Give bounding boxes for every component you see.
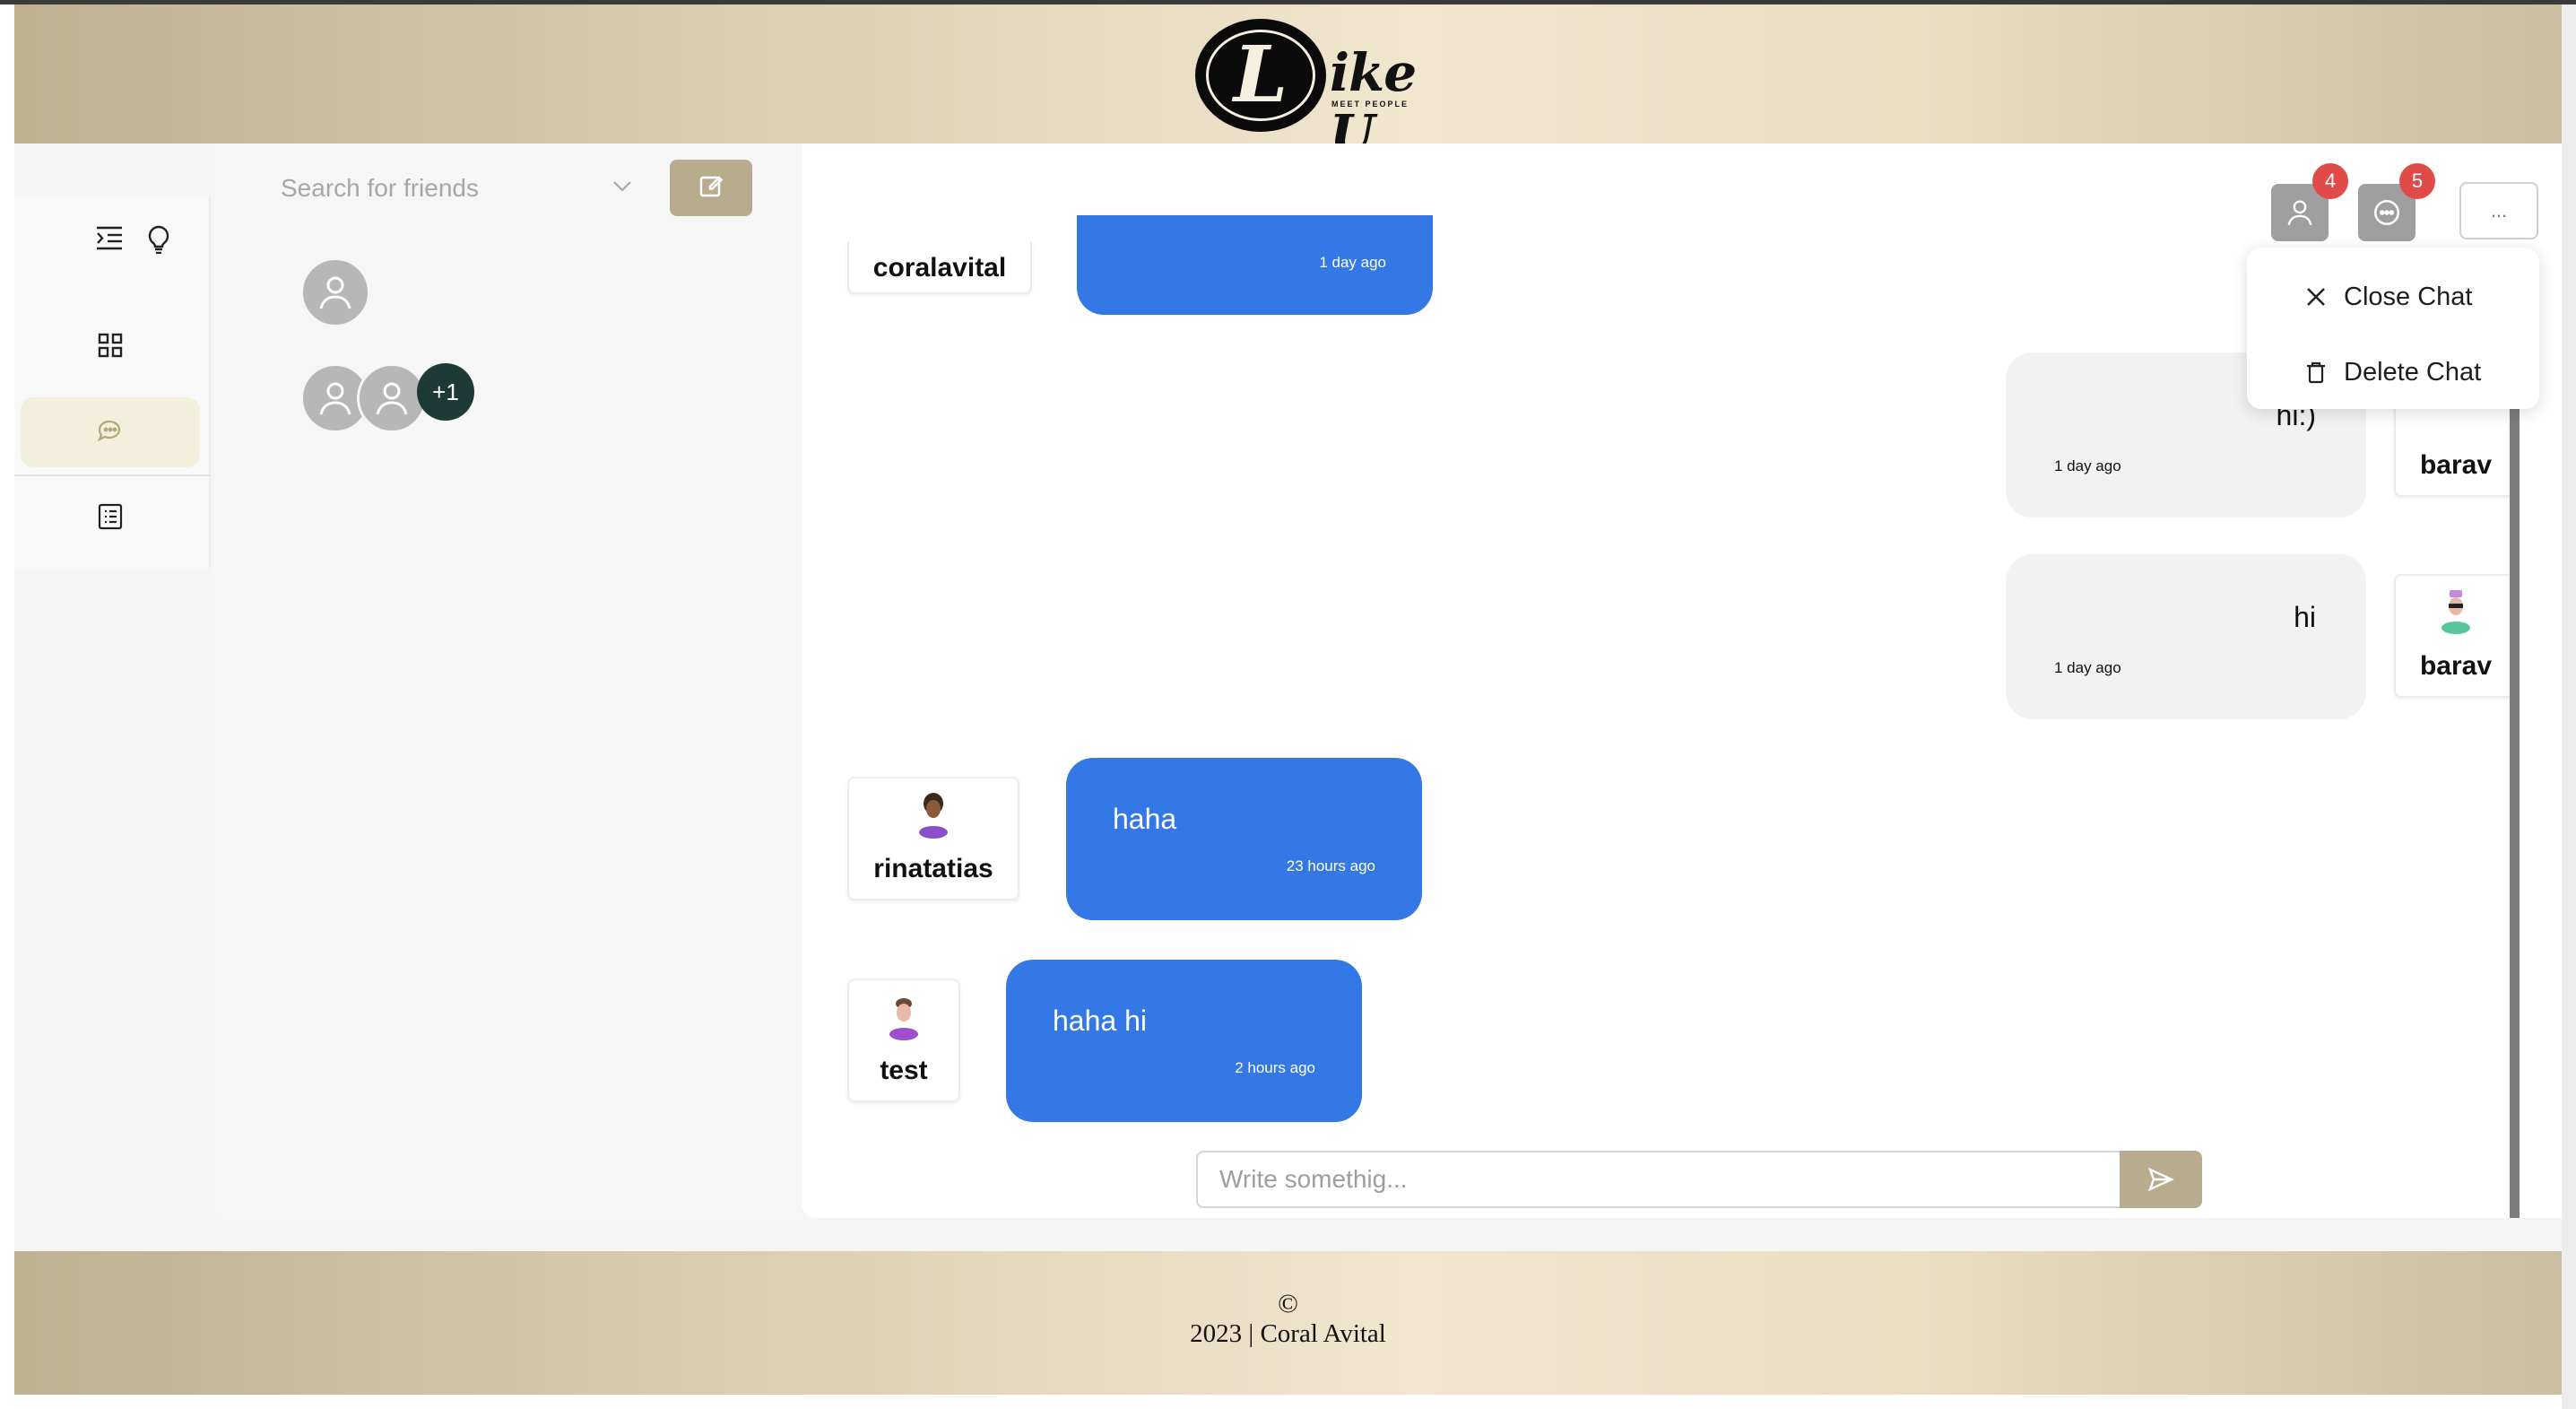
message-user-card[interactable]: barav xyxy=(2394,574,2518,698)
message-bubble: hi 1 day ago xyxy=(2006,554,2366,719)
user-avatar-icon xyxy=(2442,590,2470,634)
lightbulb-icon[interactable] xyxy=(147,225,170,258)
send-button[interactable] xyxy=(2120,1151,2202,1208)
group-more-count[interactable]: +1 xyxy=(417,363,474,421)
left-margin xyxy=(0,4,14,1409)
user-icon xyxy=(319,382,351,415)
new-chat-button[interactable] xyxy=(670,160,752,216)
main-area: +1 4 5 ... coralavital 1 day ago hi:) 1 … xyxy=(14,144,2562,1251)
group-avatar-2[interactable] xyxy=(357,363,427,433)
logo[interactable]: L ike U MEET PEOPLE xyxy=(1195,17,1428,164)
message-time: 2 hours ago xyxy=(1235,1059,1315,1076)
chat-panel: 4 5 ... coralavital 1 day ago hi:) 1 day… xyxy=(802,144,2562,1218)
logo-inner: L xyxy=(1206,30,1315,121)
message-time: 1 day ago xyxy=(2054,457,2121,474)
friend-avatar[interactable] xyxy=(300,257,370,327)
message-input[interactable] xyxy=(1196,1151,2120,1208)
message-time: 1 day ago xyxy=(2054,659,2121,676)
rail-item-chats[interactable] xyxy=(21,397,200,467)
friends-panel-body: +1 xyxy=(214,144,812,1222)
footer: © 2023 | Coral Avital xyxy=(14,1251,2562,1395)
messages-badge: 5 xyxy=(2399,163,2435,199)
friends-panel: +1 xyxy=(214,144,812,1222)
user-icon xyxy=(376,382,408,415)
message-user-card[interactable]: test xyxy=(847,978,960,1102)
friend-requests-badge: 4 xyxy=(2312,163,2348,199)
message-bubble: haha 23 hours ago xyxy=(1066,758,1422,920)
message-text: hi xyxy=(2294,601,2316,633)
logo-circle: L xyxy=(1195,19,1326,132)
rail-item-dashboard[interactable] xyxy=(21,312,200,382)
compose-icon xyxy=(698,173,724,203)
message-user-card[interactable]: coralavital xyxy=(847,242,1032,294)
close-chat-label: Close Chat xyxy=(2344,282,2473,311)
more-options-button[interactable]: ... xyxy=(2459,182,2538,239)
message-text: haha hi xyxy=(1053,1005,1147,1037)
copyright-icon: © xyxy=(1278,1289,1298,1318)
logo-letter: L xyxy=(1233,30,1288,120)
logo-tagline: MEET PEOPLE xyxy=(1331,100,1409,109)
message-username: barav xyxy=(2419,651,2493,681)
message-username: rinatatias xyxy=(873,854,993,883)
icon-rail xyxy=(14,196,211,569)
chevron-down-icon[interactable] xyxy=(612,180,632,197)
chat-icon xyxy=(96,417,125,448)
close-chat-item[interactable]: Close Chat xyxy=(2247,265,2539,328)
rail-top-icons xyxy=(95,225,170,258)
message-time: 23 hours ago xyxy=(1286,857,1375,874)
message-username: test xyxy=(880,1056,928,1085)
list-icon xyxy=(98,503,123,535)
user-avatar-icon xyxy=(919,793,948,839)
close-icon xyxy=(2307,288,2325,306)
chat-bubble-icon xyxy=(2373,199,2400,226)
rail-divider xyxy=(14,474,211,476)
trash-icon xyxy=(2307,361,2325,384)
chat-scrollbar[interactable] xyxy=(2510,269,2520,1218)
user-avatar-icon xyxy=(889,998,918,1040)
message-user-card[interactable]: rinatatias xyxy=(847,777,1019,900)
user-icon xyxy=(319,276,351,309)
user-icon xyxy=(2287,200,2312,226)
search-input[interactable] xyxy=(281,174,585,203)
message-composer xyxy=(1196,1151,2202,1208)
indent-icon[interactable] xyxy=(95,225,124,258)
message-username: coralavital xyxy=(872,253,1007,283)
message-bubble: haha hi 2 hours ago xyxy=(1006,960,1362,1122)
header: L ike U MEET PEOPLE xyxy=(14,4,2562,164)
message-time: 1 day ago xyxy=(1319,254,1386,271)
friend-search[interactable] xyxy=(268,160,645,217)
chat-options-menu: Close Chat Delete Chat xyxy=(2247,248,2539,409)
grid-icon xyxy=(98,333,123,362)
message-text: haha xyxy=(1113,803,1177,835)
delete-chat-item[interactable]: Delete Chat xyxy=(2247,341,2539,404)
footer-text: 2023 | Coral Avital xyxy=(1190,1319,1386,1348)
message-bubble: 1 day ago xyxy=(1077,215,1433,315)
rail-item-list[interactable] xyxy=(21,483,200,553)
delete-chat-label: Delete Chat xyxy=(2344,357,2482,387)
message-username: barav xyxy=(2419,450,2493,480)
page-scrollbar-track[interactable] xyxy=(2562,4,2576,1409)
send-icon xyxy=(2147,1167,2174,1192)
